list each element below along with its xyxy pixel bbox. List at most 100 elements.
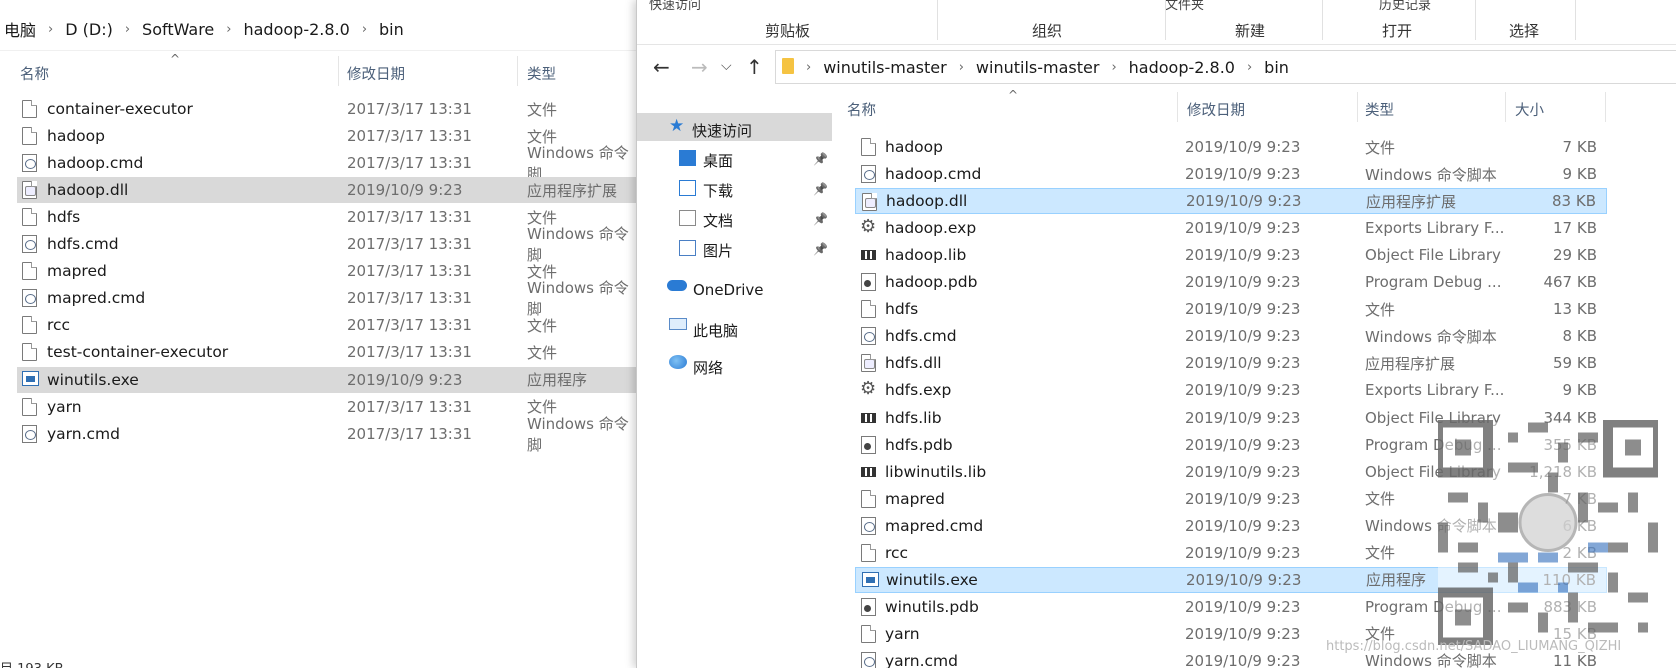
file-modified-date: 2017/3/17 13:31	[347, 100, 472, 118]
nav-onedrive[interactable]: OneDrive	[693, 281, 764, 299]
file-name: hdfs.cmd	[885, 327, 957, 346]
table-row[interactable]: hdfs.cmd 2017/3/17 13:31 Windows 命令脚	[17, 225, 636, 264]
table-row[interactable]: hdfs.exp 2019/10/9 9:23 Exports Library F.…	[855, 377, 1607, 403]
breadcrumb-item[interactable]: SoftWare	[138, 20, 218, 39]
table-row[interactable]: hadoop.pdb 2019/10/9 9:23 Program Debug ..…	[855, 269, 1607, 295]
file-type: 文件	[1365, 138, 1396, 157]
breadcrumb-item[interactable]: winutils-master	[972, 58, 1104, 77]
back-arrow-icon[interactable]: ←	[653, 55, 670, 79]
file-modified-date: 2019/10/9 9:23	[1186, 570, 1302, 589]
nav-item-label[interactable]: 图片	[703, 240, 733, 261]
file-type: 文件	[527, 316, 558, 335]
table-row[interactable]: winutils.exe 2019/10/9 9:23 应用程序	[17, 366, 636, 393]
desktop-icon	[679, 150, 696, 166]
cmd-script-icon	[861, 165, 876, 184]
table-row[interactable]: mapred.cmd 2017/3/17 13:31 Windows 命令脚	[17, 279, 636, 318]
file-icon	[22, 397, 37, 416]
file-type: 文件	[527, 343, 558, 362]
file-modified-date: 2019/10/9 9:23	[1185, 651, 1301, 668]
column-header-modified[interactable]: 修改日期	[1187, 99, 1245, 120]
breadcrumb-item[interactable]: bin	[1260, 58, 1293, 77]
pin-icon[interactable]: 📌	[813, 242, 828, 256]
exp-icon	[860, 378, 876, 399]
table-row[interactable]: hdfs 2019/10/9 9:23 文件 13 KB	[855, 296, 1607, 322]
breadcrumb-chevron-icon[interactable]: ›	[951, 60, 972, 75]
pin-icon[interactable]: 📌	[813, 152, 828, 166]
nav-network[interactable]: 网络	[693, 357, 723, 378]
nav-this-pc[interactable]: 此电脑	[693, 320, 738, 341]
file-modified-date: 2017/3/17 13:31	[347, 154, 472, 173]
file-name: hadoop.cmd	[47, 154, 144, 173]
folder-icon	[782, 58, 794, 74]
file-name: hadoop.cmd	[885, 165, 982, 184]
table-row[interactable]: hadoop.cmd 2017/3/17 13:31 Windows 命令脚	[17, 144, 636, 183]
dll-icon	[862, 193, 877, 212]
column-header-size[interactable]: 大小	[1515, 99, 1544, 120]
breadcrumb[interactable]: 电脑 › D (D:) › SoftWare › hadoop-2.8.0 › bin	[0, 16, 408, 42]
up-arrow-icon[interactable]: ↑	[746, 55, 763, 79]
pin-icon[interactable]: 📌	[813, 182, 828, 196]
breadcrumb-item[interactable]: bin	[375, 20, 408, 39]
network-icon	[669, 355, 687, 369]
column-header-name[interactable]: 名称	[847, 99, 876, 120]
sort-ascending-icon: ^	[1008, 88, 1019, 102]
file-type: 文件	[1365, 300, 1396, 319]
breadcrumb-chevron-icon[interactable]: ›	[218, 22, 239, 37]
table-row[interactable]: test-container-executor 2017/3/17 13:31 文件	[17, 339, 636, 365]
file-name: hadoop.lib	[885, 246, 967, 265]
nav-quick-access[interactable]: 快速访问	[692, 120, 752, 141]
file-modified-date: 2019/10/9 9:23	[1185, 597, 1301, 616]
breadcrumb-item[interactable]: winutils-master	[819, 58, 951, 77]
file-icon	[861, 489, 876, 508]
column-header-name[interactable]: 名称	[20, 63, 49, 84]
table-row[interactable]: container-executor 2017/3/17 13:31 文件	[17, 96, 636, 122]
cmd-script-icon	[861, 516, 876, 535]
table-row[interactable]: hadoop.dll 2019/10/9 9:23 应用程序扩展 83 KB	[855, 188, 1607, 215]
file-type: Windows 命令脚本	[1365, 165, 1497, 184]
column-header-modified[interactable]: 修改日期	[347, 63, 405, 84]
table-row[interactable]: hdfs.dll 2019/10/9 9:23 应用程序扩展 59 KB	[855, 350, 1607, 376]
table-row[interactable]: hadoop.cmd 2019/10/9 9:23 Windows 命令脚本 9 KB	[855, 161, 1607, 187]
forward-arrow-icon[interactable]: →	[691, 55, 708, 79]
breadcrumb-chevron-icon[interactable]: ›	[40, 22, 61, 37]
table-row[interactable]: hdfs.cmd 2019/10/9 9:23 Windows 命令脚本 8 KB	[855, 323, 1607, 349]
breadcrumb-chevron-icon[interactable]: ›	[798, 60, 819, 75]
nav-item-label[interactable]: 桌面	[703, 150, 733, 171]
cmd-script-icon	[22, 424, 37, 443]
file-name: hdfs.lib	[885, 408, 942, 427]
table-row[interactable]: hadoop.dll 2019/10/9 9:23 应用程序扩展	[17, 177, 636, 204]
address-bar[interactable]: › winutils-master › winutils-master › hadoop-…	[775, 50, 1676, 84]
table-row[interactable]: rcc 2017/3/17 13:31 文件	[17, 312, 636, 338]
table-row[interactable]: yarn.cmd 2017/3/17 13:31 Windows 命令脚	[17, 415, 636, 454]
this-pc-icon	[669, 318, 687, 330]
file-size: 59 KB	[1553, 354, 1597, 373]
file-icon	[22, 100, 37, 118]
column-header-type[interactable]: 类型	[527, 63, 556, 84]
pin-icon[interactable]: 📌	[813, 212, 828, 226]
table-row[interactable]: hadoop.exp 2019/10/9 9:23 Exports Library …	[855, 215, 1607, 241]
file-type: 应用程序扩展	[1366, 192, 1457, 211]
breadcrumb-item[interactable]: D (D:)	[61, 20, 117, 39]
breadcrumb-item[interactable]: hadoop-2.8.0	[1125, 58, 1239, 77]
breadcrumb-item[interactable]: hadoop-2.8.0	[239, 20, 353, 39]
ribbon-folder-label[interactable]: 文件夹	[1165, 0, 1204, 13]
exp-icon	[860, 216, 876, 237]
breadcrumb-chevron-icon[interactable]: ›	[1239, 60, 1260, 75]
ribbon-history-label[interactable]: 历史记录	[1379, 0, 1431, 13]
file-icon	[861, 138, 876, 156]
table-row[interactable]: hadoop 2019/10/9 9:23 文件 7 KB	[855, 134, 1607, 160]
breadcrumb-item[interactable]: 电脑	[0, 17, 40, 41]
recent-locations-chevron-icon[interactable]: ⌵	[721, 58, 732, 74]
breadcrumb-chevron-icon[interactable]: ›	[1103, 60, 1124, 75]
nav-item-label[interactable]: 下载	[703, 180, 733, 201]
table-row[interactable]: hadoop.lib 2019/10/9 9:23 Object File Libr…	[855, 242, 1607, 268]
file-name: container-executor	[47, 100, 193, 118]
breadcrumb-chevron-icon[interactable]: ›	[354, 22, 375, 37]
file-icon	[22, 262, 37, 281]
column-header-type[interactable]: 类型	[1365, 99, 1394, 120]
file-modified-date: 2019/10/9 9:23	[1185, 462, 1301, 481]
ribbon-quick-access-label[interactable]: 快速访问	[649, 0, 701, 13]
download-icon	[679, 180, 696, 196]
breadcrumb-chevron-icon[interactable]: ›	[117, 22, 138, 37]
nav-item-label[interactable]: 文档	[703, 210, 733, 231]
